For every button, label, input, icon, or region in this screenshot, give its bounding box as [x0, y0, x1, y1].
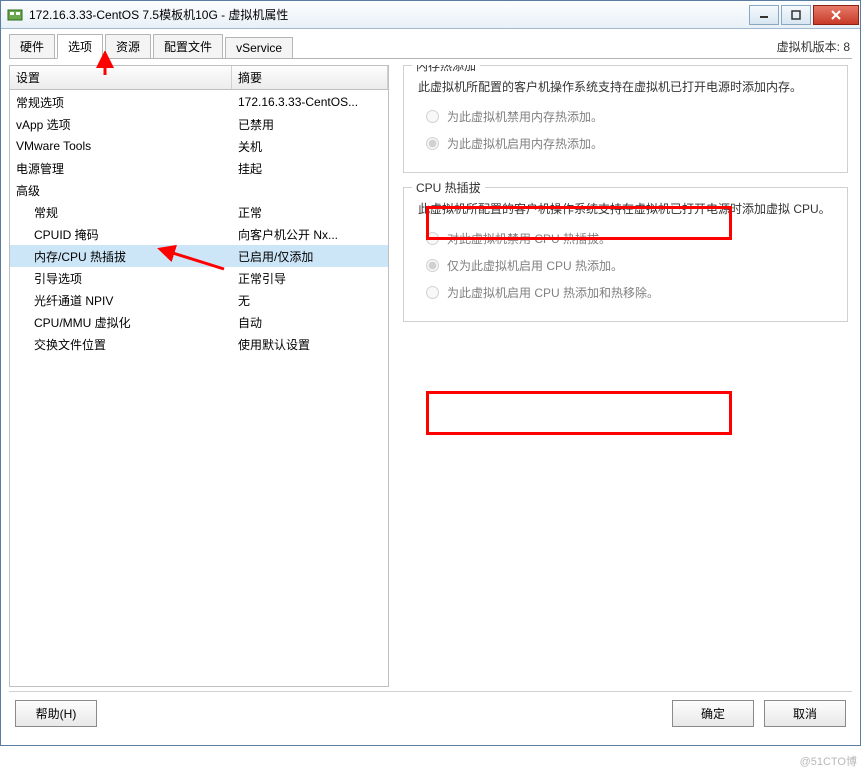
cpu-disable-row[interactable]: 对此虚拟机禁用 CPU 热插拔。: [426, 230, 833, 247]
memory-disable-label: 为此虚拟机禁用内存热添加。: [447, 108, 603, 125]
tree-row-label: VMware Tools: [10, 139, 232, 153]
tab-resources[interactable]: 资源: [105, 34, 151, 58]
tab-options[interactable]: 选项: [57, 34, 103, 59]
cpu-add-remove-label: 为此虚拟机启用 CPU 热添加和热移除。: [447, 284, 659, 301]
memory-group-title: 内存热添加: [412, 65, 480, 74]
tree-row[interactable]: 光纤通道 NPIV无: [10, 289, 388, 311]
tree-header: 设置 摘要: [9, 65, 389, 90]
cpu-group-title: CPU 热插拔: [412, 179, 485, 196]
tree-body[interactable]: 常规选项172.16.3.33-CentOS...vApp 选项已禁用VMwar…: [9, 90, 389, 687]
tree-row[interactable]: 交换文件位置使用默认设置: [10, 333, 388, 355]
options-detail-pane: 内存热添加 此虚拟机所配置的客户机操作系统支持在虚拟机已打开电源时添加内存。 为…: [403, 65, 852, 687]
tree-row-label: vApp 选项: [10, 116, 232, 133]
memory-enable-row[interactable]: 为此虚拟机启用内存热添加。: [426, 135, 833, 152]
watermark: @51CTO博: [800, 753, 857, 769]
ok-button[interactable]: 确定: [672, 700, 754, 727]
window-title: 172.16.3.33-CentOS 7.5模板机10G - 虚拟机属性: [29, 6, 748, 23]
memory-group-desc: 此虚拟机所配置的客户机操作系统支持在虚拟机已打开电源时添加内存。: [418, 78, 833, 96]
tree-row-summary: 已禁用: [232, 116, 388, 133]
memory-enable-label: 为此虚拟机启用内存热添加。: [447, 135, 603, 152]
maximize-button[interactable]: [781, 5, 811, 25]
dialog-button-row: 帮助(H) 确定 取消: [9, 691, 852, 737]
tree-row-summary: 向客户机公开 Nx...: [232, 226, 388, 243]
app-icon: [7, 7, 23, 23]
tree-row-label: CPU/MMU 虚拟化: [10, 314, 232, 331]
cpu-add-only-label: 仅为此虚拟机启用 CPU 热添加。: [447, 257, 623, 274]
tree-row-summary: 正常引导: [232, 270, 388, 287]
cpu-disable-radio[interactable]: [426, 232, 439, 245]
tree-row-label: CPUID 掩码: [10, 226, 232, 243]
close-button[interactable]: [813, 5, 859, 25]
tree-row[interactable]: CPU/MMU 虚拟化自动: [10, 311, 388, 333]
dialog-content: 硬件 选项 资源 配置文件 vService 虚拟机版本: 8 设置 摘要 常规…: [1, 29, 860, 745]
tree-row[interactable]: VMware Tools关机: [10, 135, 388, 157]
tree-row-summary: 挂起: [232, 160, 388, 177]
tree-row-summary: 172.16.3.33-CentOS...: [232, 95, 388, 109]
help-button[interactable]: 帮助(H): [15, 700, 97, 727]
tree-row-label: 常规选项: [10, 94, 232, 111]
tree-row[interactable]: 常规正常: [10, 201, 388, 223]
tree-row-summary: 自动: [232, 314, 388, 331]
tree-row-label: 高级: [10, 182, 232, 199]
window-buttons: [748, 5, 860, 25]
tree-row-label: 引导选项: [10, 270, 232, 287]
tab-vservice[interactable]: vService: [225, 37, 293, 58]
titlebar[interactable]: 172.16.3.33-CentOS 7.5模板机10G - 虚拟机属性: [1, 1, 860, 29]
cpu-add-only-row[interactable]: 仅为此虚拟机启用 CPU 热添加。: [426, 257, 833, 274]
tree-row-label: 内存/CPU 热插拔: [10, 248, 232, 265]
cpu-hotplug-group: CPU 热插拔 此虚拟机所配置的客户机操作系统支持在虚拟机已打开电源时添加虚拟 …: [403, 187, 848, 322]
cpu-add-remove-row[interactable]: 为此虚拟机启用 CPU 热添加和热移除。: [426, 284, 833, 301]
vm-version-label: 虚拟机版本: 8: [777, 38, 850, 55]
tree-row[interactable]: 引导选项正常引导: [10, 267, 388, 289]
cpu-group-desc: 此虚拟机所配置的客户机操作系统支持在虚拟机已打开电源时添加虚拟 CPU。: [418, 200, 833, 218]
tree-row[interactable]: vApp 选项已禁用: [10, 113, 388, 135]
memory-enable-radio[interactable]: [426, 137, 439, 150]
memory-disable-row[interactable]: 为此虚拟机禁用内存热添加。: [426, 108, 833, 125]
settings-tree-pane: 设置 摘要 常规选项172.16.3.33-CentOS...vApp 选项已禁…: [9, 65, 389, 687]
memory-hotadd-group: 内存热添加 此虚拟机所配置的客户机操作系统支持在虚拟机已打开电源时添加内存。 为…: [403, 65, 848, 173]
dialog-window: 172.16.3.33-CentOS 7.5模板机10G - 虚拟机属性 硬件 …: [0, 0, 861, 746]
cancel-button[interactable]: 取消: [764, 700, 846, 727]
tree-row-summary: 正常: [232, 204, 388, 221]
tree-row-summary: 已启用/仅添加: [232, 248, 388, 265]
tree-row-summary: 无: [232, 292, 388, 309]
memory-disable-radio[interactable]: [426, 110, 439, 123]
tab-bar: 硬件 选项 资源 配置文件 vService 虚拟机版本: 8: [9, 35, 852, 59]
col-header-setting[interactable]: 设置: [10, 66, 232, 89]
cpu-add-only-radio[interactable]: [426, 259, 439, 272]
col-header-summary[interactable]: 摘要: [232, 66, 388, 89]
tree-row-summary: 使用默认设置: [232, 336, 388, 353]
cpu-disable-label: 对此虚拟机禁用 CPU 热插拔。: [447, 230, 611, 247]
tree-row-label: 交换文件位置: [10, 336, 232, 353]
dialog-body: 设置 摘要 常规选项172.16.3.33-CentOS...vApp 选项已禁…: [9, 65, 852, 687]
tree-row-label: 电源管理: [10, 160, 232, 177]
tree-row-summary: 关机: [232, 138, 388, 155]
tree-row[interactable]: 内存/CPU 热插拔已启用/仅添加: [10, 245, 388, 267]
tree-row-label: 光纤通道 NPIV: [10, 292, 232, 309]
tab-profiles[interactable]: 配置文件: [153, 34, 223, 58]
tree-row[interactable]: CPUID 掩码向客户机公开 Nx...: [10, 223, 388, 245]
tree-row-label: 常规: [10, 204, 232, 221]
tree-row[interactable]: 高级: [10, 179, 388, 201]
tab-hardware[interactable]: 硬件: [9, 34, 55, 58]
cpu-add-remove-radio[interactable]: [426, 286, 439, 299]
tree-row[interactable]: 常规选项172.16.3.33-CentOS...: [10, 91, 388, 113]
tree-row[interactable]: 电源管理挂起: [10, 157, 388, 179]
minimize-button[interactable]: [749, 5, 779, 25]
